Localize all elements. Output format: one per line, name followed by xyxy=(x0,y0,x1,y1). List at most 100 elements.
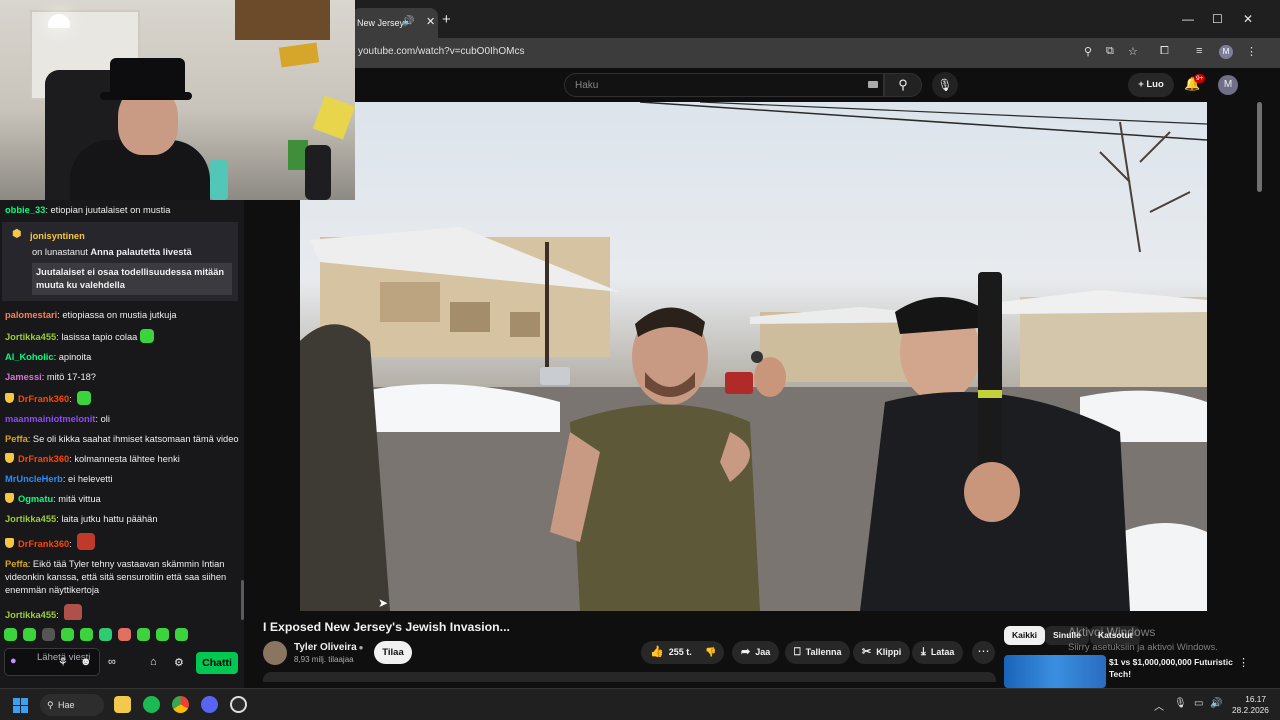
chat-messages[interactable]: obbie_33: etiopian juutalaiset on mustia… xyxy=(0,200,244,620)
windows-start-icon[interactable] xyxy=(13,698,28,713)
address-bar[interactable]: youtube.com/watch?v=cubO0IhOMcs xyxy=(358,46,524,57)
redeem-username[interactable]: jonisyntinen xyxy=(30,230,85,243)
emote-button[interactable] xyxy=(23,628,36,641)
emote-button[interactable] xyxy=(42,628,55,641)
clip-button[interactable]: ✂ Klippi xyxy=(853,641,911,664)
emote-button[interactable] xyxy=(156,628,169,641)
discord-icon[interactable] xyxy=(201,696,218,713)
browser-menu-icon[interactable]: ⋮ xyxy=(1246,45,1257,58)
network-icon[interactable]: ▭ xyxy=(1194,698,1203,709)
chat-username[interactable]: maanmainiotmelonit xyxy=(5,414,95,424)
chat-username[interactable]: MrUncleHerb xyxy=(5,474,63,484)
volume-icon[interactable]: 🔊 xyxy=(1210,698,1222,709)
youtube-account-avatar[interactable]: M xyxy=(1218,75,1238,95)
emote-button[interactable] xyxy=(4,628,17,641)
bits-icon[interactable]: ⚘ xyxy=(58,656,68,669)
tray-mic-icon[interactable]: 🎙 xyxy=(1174,698,1187,709)
thumbs-up-icon: 👍 xyxy=(650,646,664,658)
close-window-icon[interactable]: ✕ xyxy=(1243,12,1253,26)
share-button[interactable]: ➦ Jaa xyxy=(732,641,780,664)
tray-chevron-icon[interactable]: ︿ xyxy=(1154,698,1164,713)
keyboard-icon[interactable] xyxy=(868,81,878,88)
chat-username[interactable]: DrFrank360 xyxy=(18,454,69,464)
youtube-search-input[interactable]: Haku xyxy=(564,73,884,97)
close-tab-icon[interactable]: ✕ xyxy=(426,15,435,28)
chat-message: palomestari: etiopiassa on mustia jutkuj… xyxy=(5,309,177,320)
recommended-video-thumbnail[interactable] xyxy=(1004,655,1106,688)
chip-all[interactable]: Kaikki xyxy=(1004,626,1046,645)
address-bar-row: youtube.com/watch?v=cubO0IhOMcs ⚲ ⧉ ☆ ⧠ … xyxy=(244,38,1280,68)
share-label: Jaa xyxy=(755,647,771,657)
browser-profile-avatar[interactable]: M xyxy=(1219,45,1233,59)
file-explorer-icon[interactable] xyxy=(114,696,131,713)
chat-text: Eikö tää Tyler tehny vastaavan skämmin I… xyxy=(5,558,227,595)
spotify-icon[interactable] xyxy=(143,696,160,713)
subscribe-button[interactable]: Tilaa xyxy=(374,641,412,664)
extensions-puzzle-icon[interactable]: ⧠ xyxy=(1160,45,1169,58)
reading-list-icon[interactable]: ≡ xyxy=(1196,45,1202,57)
search-icon[interactable]: ⚲ xyxy=(884,73,922,97)
browser-tab-active[interactable]: New Jersey 🔊 ✕ xyxy=(352,8,438,38)
channel-avatar[interactable] xyxy=(263,641,287,665)
mouse-cursor-icon: ➤ xyxy=(378,596,389,610)
cast-icon[interactable]: ⧉ xyxy=(1106,45,1114,58)
channel-name[interactable]: Tyler Oliveira ● xyxy=(294,642,363,653)
chat-username[interactable]: palomestari xyxy=(5,310,57,320)
tab-bar: New Jersey 🔊 ✕ + — ☐ ✕ xyxy=(244,0,1280,38)
speaker-icon[interactable]: 🔊 xyxy=(402,16,414,27)
like-button[interactable]: 👍 255 t. xyxy=(641,641,701,664)
maximize-icon[interactable]: ☐ xyxy=(1212,12,1223,26)
emote xyxy=(77,390,92,405)
gift-icon[interactable]: ⌂ xyxy=(150,656,157,668)
emote-picker-icon[interactable]: ☻ xyxy=(80,656,92,668)
taskbar-search[interactable]: ⚲ Hae xyxy=(40,694,104,716)
settings-gear-icon[interactable]: ⚙ xyxy=(174,656,184,669)
chat-username[interactable]: DrFrank360 xyxy=(18,539,69,549)
voice-search-icon[interactable]: 🎙 xyxy=(932,72,958,98)
chat-username[interactable]: Jortikka455 xyxy=(5,514,56,524)
obs-icon[interactable] xyxy=(230,696,247,713)
chat-text: mitä vittua xyxy=(58,493,101,504)
extensions-icon[interactable]: ∞ xyxy=(108,656,116,668)
recommended-video-title[interactable]: $1 vs $1,000,000,000 Futuristic Tech! xyxy=(1109,656,1239,680)
chat-message: maanmainiotmelonit: oli xyxy=(5,413,110,424)
description-box[interactable] xyxy=(263,672,996,682)
chat-message: Jortikka455: laita jutku hattu päähän xyxy=(5,513,158,524)
bookmark-star-icon[interactable]: ☆ xyxy=(1128,45,1138,58)
emote-button[interactable] xyxy=(118,628,131,641)
more-actions-icon[interactable]: ⋯ xyxy=(972,641,995,664)
chrome-icon[interactable] xyxy=(172,696,189,713)
chat-username[interactable]: DrFrank360 xyxy=(18,394,69,404)
chat-username[interactable]: Al_Koholic xyxy=(5,352,54,362)
chat-username[interactable]: Jortikka455 xyxy=(5,610,56,620)
create-button[interactable]: + Luo xyxy=(1128,73,1174,97)
emote-button[interactable] xyxy=(61,628,74,641)
emote-button[interactable] xyxy=(137,628,150,641)
emote-button[interactable] xyxy=(175,628,188,641)
microphone-icon[interactable]: ● xyxy=(10,655,20,669)
emote-button[interactable] xyxy=(80,628,93,641)
video-player[interactable] xyxy=(300,102,1207,611)
chat-username[interactable]: Peffa xyxy=(5,559,28,569)
taskbar-clock[interactable]: 16.17 28.2.2026 xyxy=(1232,694,1269,716)
chat-username[interactable]: obbie_33 xyxy=(5,205,45,215)
emote xyxy=(140,328,155,343)
chat-text: etiopiassa on mustia jutkuja xyxy=(62,309,177,320)
zoom-icon[interactable]: ⚲ xyxy=(1084,45,1092,58)
recommended-more-icon[interactable]: ⋮ xyxy=(1238,656,1249,669)
new-tab-icon[interactable]: + xyxy=(442,11,451,28)
download-button[interactable]: ⤓ Lataa xyxy=(912,641,964,664)
chat-message: MrUncleHerb: ei helevetti xyxy=(5,473,113,484)
chat-username[interactable]: Jamessi xyxy=(5,372,42,382)
chat-send-button[interactable]: Chatti xyxy=(196,652,238,674)
minimize-icon[interactable]: — xyxy=(1182,12,1194,26)
save-button[interactable]: ⎕ Tallenna xyxy=(785,641,851,664)
emote-button[interactable] xyxy=(99,628,112,641)
youtube-header: Haku ⚲ 🎙 + Luo 🔔 9+ M xyxy=(244,68,1280,102)
page-scrollbar[interactable] xyxy=(1257,102,1262,192)
chat-username[interactable]: Jortikka455 xyxy=(5,332,56,342)
dislike-button[interactable]: 👎 xyxy=(697,641,725,664)
sub-badge-icon xyxy=(5,392,14,403)
chat-username[interactable]: Peffa xyxy=(5,434,28,444)
chat-username[interactable]: Ogmatu xyxy=(18,494,53,504)
